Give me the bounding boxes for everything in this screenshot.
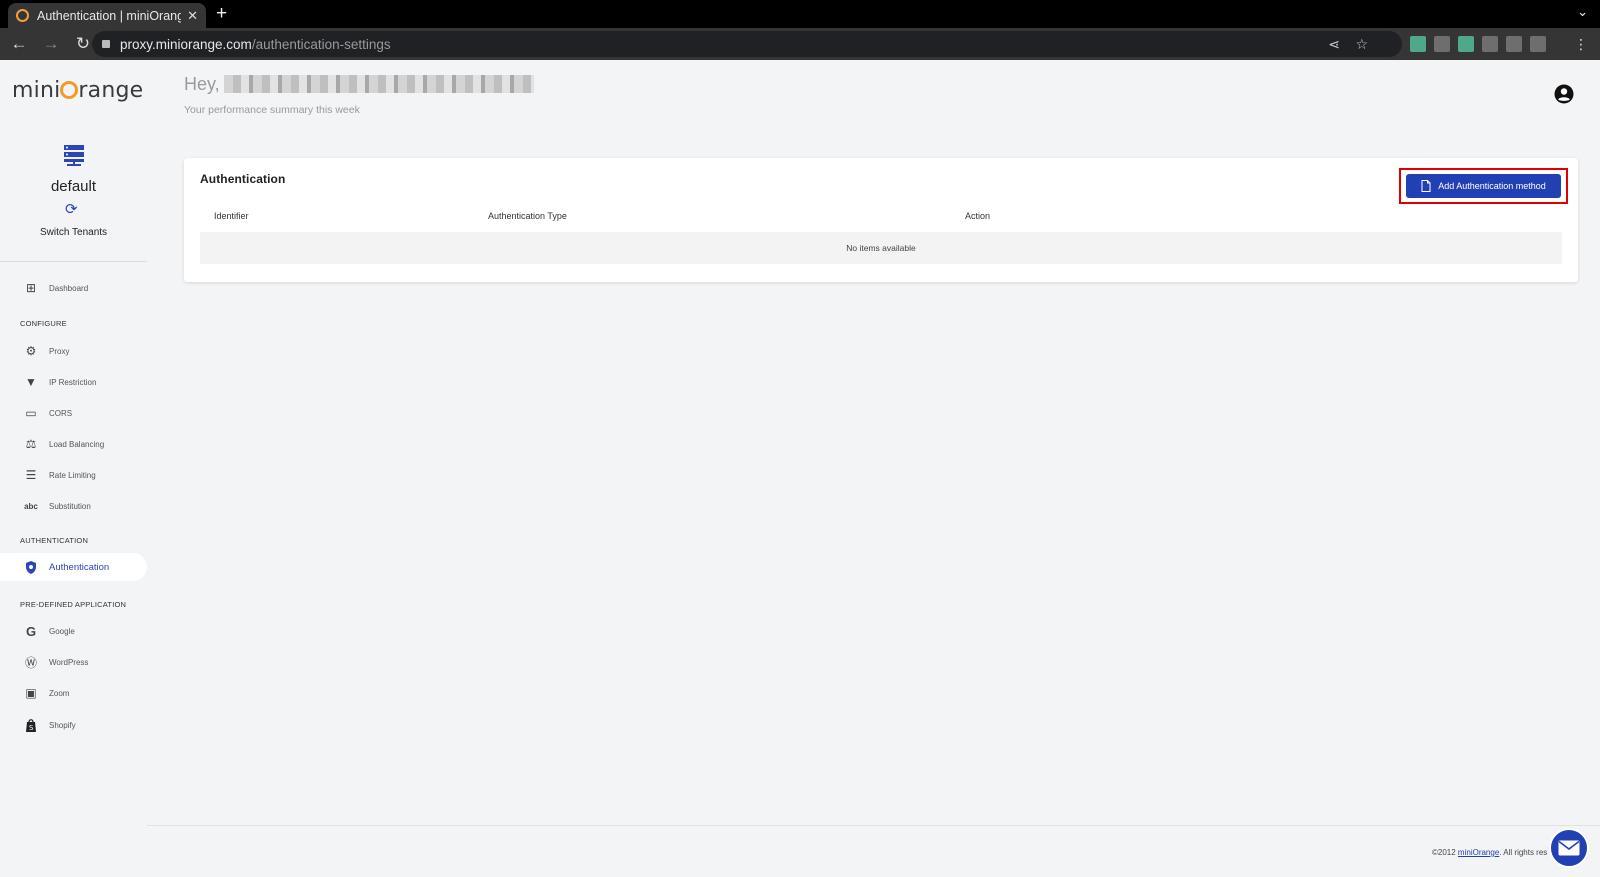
sidebar-item-label: Google: [49, 626, 75, 636]
extension-icon[interactable]: [1506, 36, 1522, 52]
address-bar[interactable]: proxy.miniorange.com/authentication-sett…: [92, 31, 1402, 57]
sidebar-item-label: Load Balancing: [49, 439, 105, 449]
tab-close-icon[interactable]: ✕: [187, 8, 198, 24]
extension-icon[interactable]: [1482, 36, 1498, 52]
mail-icon: [1558, 840, 1580, 856]
lock-icon[interactable]: [102, 40, 110, 48]
extensions-bar: [1410, 36, 1546, 52]
bookmark-star-icon[interactable]: ☆: [1355, 36, 1368, 53]
shield-icon: [24, 560, 38, 574]
browser-menu-icon[interactable]: ⋮: [1574, 36, 1588, 53]
sidebar-item-label: Substitution: [49, 501, 91, 511]
tab-search-chevron-icon[interactable]: ⌄: [1577, 4, 1588, 20]
tenant-name: default: [50, 178, 97, 195]
svg-text:S: S: [29, 724, 34, 732]
back-arrow-icon[interactable]: ←: [6, 34, 32, 54]
greeting-text: Hey,: [184, 74, 220, 94]
copyright-text: . All rights res: [1499, 848, 1548, 857]
browser-tabstrip: Authentication | miniOrange ✕ + ⌄: [0, 0, 1600, 28]
abc-text-icon: abc: [24, 501, 38, 511]
column-header-authentication-type[interactable]: Authentication Type: [488, 211, 567, 221]
sidebar-item-shopify[interactable]: S Shopify: [0, 711, 147, 739]
filter-icon: ▼: [25, 375, 37, 389]
sidebar-item-proxy[interactable]: ⚙ Proxy: [0, 337, 147, 365]
sidebar-item-ip-restriction[interactable]: ▼ IP Restriction: [0, 368, 147, 396]
column-header-identifier[interactable]: Identifier: [214, 211, 249, 221]
google-icon: G: [25, 623, 37, 639]
sidebar-item-label: IP Restriction: [49, 377, 97, 387]
add-button-label: Add Authentication method: [1438, 181, 1546, 191]
logo-text: mini: [12, 78, 61, 103]
switch-tenants-label[interactable]: Switch Tenants: [0, 227, 147, 238]
share-icon[interactable]: ⋖: [1328, 36, 1340, 53]
logo-text: range: [78, 78, 144, 103]
url-host: proxy.miniorange.com: [120, 36, 252, 52]
sidebar-item-label: Rate Limiting: [49, 470, 96, 480]
greeting: Hey,: [184, 74, 534, 95]
add-authentication-method-button[interactable]: Add Authentication method: [1406, 174, 1561, 198]
sidebar-item-label: Zoom: [49, 688, 70, 698]
redacted-username: [223, 75, 534, 93]
wordpress-icon: Ⓦ: [24, 655, 37, 670]
switch-tenants-icon[interactable]: ⟳: [65, 200, 78, 218]
scale-balance-icon: ⚖: [25, 437, 37, 451]
miniorange-logo[interactable]: mini range: [12, 78, 143, 103]
sidebar-item-google[interactable]: G Google: [0, 617, 147, 645]
tab-title: Authentication | miniOrange: [37, 8, 182, 23]
document-icon: [1421, 180, 1431, 192]
footer-copyright: ©2012 miniOrange. All rights res: [1432, 848, 1547, 857]
browser-tab[interactable]: Authentication | miniOrange ✕: [8, 3, 206, 28]
account-icon[interactable]: [1554, 84, 1574, 104]
sidebar-item-label: WordPress: [49, 657, 89, 667]
sidebar-item-load-balancing[interactable]: ⚖ Load Balancing: [0, 430, 147, 458]
rate-limit-icon: ☰: [25, 468, 37, 482]
laptop-icon: ▭: [25, 406, 37, 420]
new-tab-button[interactable]: +: [216, 3, 227, 25]
sidebar-item-authentication[interactable]: Authentication: [0, 553, 147, 581]
gear-icon: ⚙: [25, 344, 37, 358]
miniorange-link[interactable]: miniOrange: [1458, 848, 1499, 857]
sidebar-divider: [0, 261, 147, 262]
sidebar-item-label: Authentication: [49, 561, 110, 573]
authentication-card: Authentication Add Authentication method…: [184, 158, 1578, 282]
extension-icon[interactable]: [1530, 36, 1546, 52]
sidebar-item-rate-limiting[interactable]: ☰ Rate Limiting: [0, 461, 147, 489]
dashboard-grid-icon: ⊞: [25, 281, 37, 295]
copyright-text: ©2012: [1432, 848, 1458, 857]
forward-arrow-icon[interactable]: →: [38, 34, 64, 54]
sidebar-item-label: Dashboard: [49, 283, 89, 293]
contact-mail-button[interactable]: [1549, 828, 1589, 868]
sidebar: mini range default ⟳ Switch Tenants ⊞ Das…: [0, 60, 147, 877]
extension-icon[interactable]: [1410, 36, 1426, 52]
sidebar-item-dashboard[interactable]: ⊞ Dashboard: [0, 274, 147, 302]
card-title: Authentication: [200, 172, 286, 186]
server-icon: [64, 145, 84, 166]
logo-o-icon: [60, 81, 79, 99]
table-empty-row: No items available: [200, 232, 1562, 264]
shopify-bag-icon: S: [24, 718, 38, 732]
sidebar-item-zoom[interactable]: ▣ Zoom: [0, 679, 147, 707]
url-path: /authentication-settings: [251, 36, 391, 52]
browser-toolbar: ← → ↻ proxy.miniorange.com/authenticatio…: [0, 28, 1600, 60]
sidebar-item-substitution[interactable]: abc Substitution: [0, 492, 147, 520]
footer-divider: [147, 825, 1600, 826]
sidebar-item-label: CORS: [49, 408, 73, 418]
sidebar-item-cors[interactable]: ▭ CORS: [0, 399, 147, 427]
sidebar-item-label: Shopify: [49, 720, 76, 730]
tab-favicon-icon: [16, 9, 29, 22]
section-configure: CONFIGURE: [20, 319, 67, 328]
column-header-action: Action: [965, 211, 991, 221]
empty-state-text: No items available: [846, 243, 916, 253]
section-predefined-application: PRE-DEFINED APPLICATION: [20, 600, 127, 609]
extension-icon[interactable]: [1458, 36, 1474, 52]
section-authentication: AUTHENTICATION: [20, 536, 89, 545]
extension-icon[interactable]: [1434, 36, 1450, 52]
zoom-icon: ▣: [25, 686, 37, 700]
sidebar-item-wordpress[interactable]: Ⓦ WordPress: [0, 648, 147, 676]
sidebar-item-label: Proxy: [49, 346, 70, 356]
performance-subtitle: Your performance summary this week: [184, 104, 360, 116]
